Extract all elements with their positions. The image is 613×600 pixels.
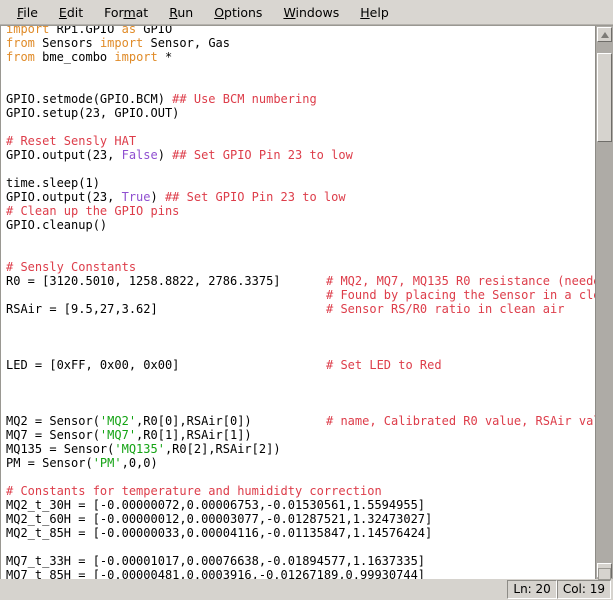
menu-item-file[interactable]: File <box>8 3 48 22</box>
code-line: PM = Sensor('PM',0,0) <box>6 456 158 470</box>
menu-item-windows[interactable]: Windows <box>274 3 349 22</box>
triangle-up-icon <box>600 31 609 38</box>
code-line: MQ7_t_33H = [-0.00001017,0.00076638,-0.0… <box>6 554 426 568</box>
menu-item-options[interactable]: Options <box>205 3 272 22</box>
code-line: MQ135 = Sensor('MQ135',R0[2],RSAir[2]) <box>6 442 281 456</box>
menu-item-edit[interactable]: Edit <box>50 3 93 22</box>
idle-editor-window: File Edit Format Run Options Windows Hel… <box>0 0 613 600</box>
code-line: # Sensly Constants <box>6 260 137 274</box>
menu-item-format[interactable]: Format <box>95 3 158 22</box>
code-line: MQ7_t_85H = [-0.00000481,0.0003916,-0.01… <box>6 568 426 579</box>
code-line: GPIO.output(23, False) ## Set GPIO Pin 2… <box>6 148 353 162</box>
inline-comment: # MQ2, MQ7, MQ135 R0 resistance (needed <box>326 274 595 288</box>
code-text-area[interactable]: import RPi.GPIO as GPIO from Sensors impo… <box>1 26 595 579</box>
code-line: MQ2_t_85H = [-0.00000033,0.00004116,-0.0… <box>6 526 433 540</box>
menu-bar: File Edit Format Run Options Windows Hel… <box>0 0 613 25</box>
inline-comment: # name, Calibrated R0 value, RSAir value <box>326 414 595 428</box>
status-bar: Ln: 20 Col: 19 <box>0 579 613 600</box>
scroll-up-arrow-icon[interactable] <box>597 27 612 42</box>
scrollbar-thumb[interactable] <box>597 53 612 142</box>
editor-frame: import RPi.GPIO as GPIO from Sensors impo… <box>0 25 613 579</box>
code-line: from bme_combo import * <box>6 50 173 64</box>
code-line: MQ7 = Sensor('MQ7',R0[1],RSAir[1]) <box>6 428 252 442</box>
code-line: time.sleep(1) <box>6 176 100 190</box>
code-line: # Constants for temperature and humididt… <box>6 484 382 498</box>
inline-comment: # Sensor RS/R0 ratio in clean air <box>326 302 565 316</box>
menu-item-run[interactable]: Run <box>160 3 203 22</box>
inline-comment: # Found by placing the Sensor in a clean <box>326 288 595 302</box>
code-line: import RPi.GPIO as GPIO <box>6 26 173 36</box>
code-line: from Sensors import Sensor, Gas <box>6 36 230 50</box>
code-line: MQ2_t_60H = [-0.00000012,0.00003077,-0.0… <box>6 512 433 526</box>
code-line: # Clean up the GPIO pins <box>6 204 180 218</box>
code-line: GPIO.output(23, True) ## Set GPIO Pin 23… <box>6 190 346 204</box>
code-line: MQ2_t_30H = [-0.00000072,0.00006753,-0.0… <box>6 498 426 512</box>
window-size-grip[interactable] <box>598 568 611 580</box>
status-column-number: Col: 19 <box>556 580 611 599</box>
menu-item-help[interactable]: Help <box>351 3 399 22</box>
inline-comment: # Set LED to Red <box>326 358 442 372</box>
status-line-number: Ln: 20 <box>507 580 557 599</box>
code-line: GPIO.setup(23, GPIO.OUT) <box>6 106 180 120</box>
code-line: GPIO.cleanup() <box>6 218 108 232</box>
code-line: # Reset Sensly HAT <box>6 134 137 148</box>
vertical-scrollbar[interactable] <box>595 26 613 579</box>
code-line: GPIO.setmode(GPIO.BCM) ## Use BCM number… <box>6 92 317 106</box>
